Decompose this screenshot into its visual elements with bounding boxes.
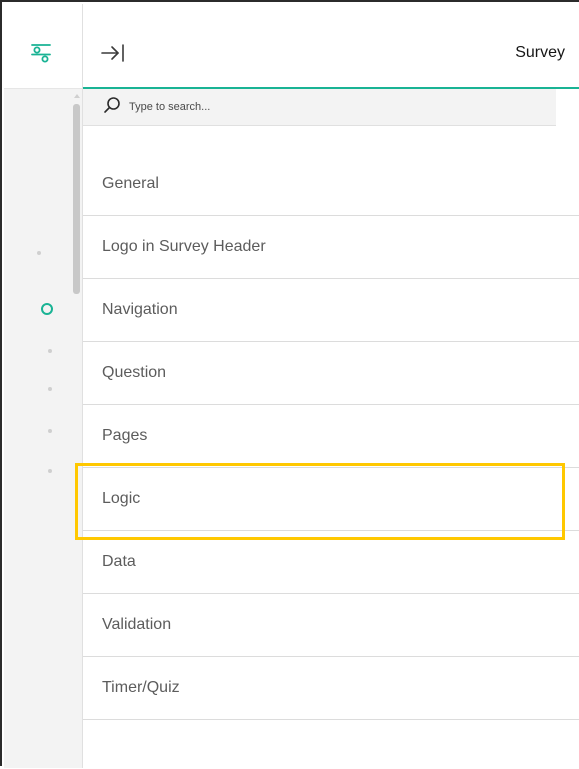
left-rail xyxy=(4,4,83,768)
category-label: General xyxy=(102,175,159,192)
category-label: Logo in Survey Header xyxy=(102,238,266,255)
search-input[interactable] xyxy=(127,95,531,119)
category-timer-quiz[interactable]: Timer/Quiz xyxy=(83,657,579,720)
category-general[interactable]: General xyxy=(83,153,579,216)
search-bar xyxy=(83,89,556,126)
rail-scrollbar[interactable] xyxy=(72,94,82,769)
category-navigation[interactable]: Navigation xyxy=(83,279,579,342)
rail-header xyxy=(4,4,82,89)
category-validation[interactable]: Validation xyxy=(83,594,579,657)
search-icon xyxy=(104,97,120,113)
category-label: Validation xyxy=(102,616,172,633)
category-label: Timer/Quiz xyxy=(102,679,180,696)
scroll-up-arrow-icon[interactable] xyxy=(74,94,80,98)
nav-dot-data[interactable] xyxy=(48,469,52,473)
scroll-thumb[interactable] xyxy=(73,104,80,294)
collapse-panel-icon[interactable] xyxy=(99,42,125,64)
category-pages[interactable]: Pages xyxy=(83,405,579,468)
category-question[interactable]: Question xyxy=(83,342,579,405)
nav-dot-question[interactable] xyxy=(48,349,52,353)
category-logic[interactable]: Logic xyxy=(83,468,579,531)
panel-header: Survey xyxy=(83,4,579,89)
category-label: Logic xyxy=(102,490,141,507)
category-data[interactable]: Data xyxy=(83,531,579,594)
panel-title: Survey xyxy=(515,44,565,61)
nav-dot-general[interactable] xyxy=(37,251,41,255)
category-list: General Logo in Survey Header Navigation… xyxy=(83,153,579,720)
category-label: Pages xyxy=(102,427,148,444)
category-label: Question xyxy=(102,364,167,381)
category-logo-in-survey-header[interactable]: Logo in Survey Header xyxy=(83,216,579,279)
nav-dot-navigation-active[interactable] xyxy=(41,303,53,315)
category-label: Navigation xyxy=(102,301,178,318)
property-grid-panel: Survey General Logo in Survey Header Nav… xyxy=(0,0,579,768)
category-label: Data xyxy=(102,553,136,570)
settings-sliders-icon[interactable] xyxy=(30,41,52,63)
nav-dot-logic[interactable] xyxy=(48,429,52,433)
nav-dot-pages[interactable] xyxy=(48,387,52,391)
